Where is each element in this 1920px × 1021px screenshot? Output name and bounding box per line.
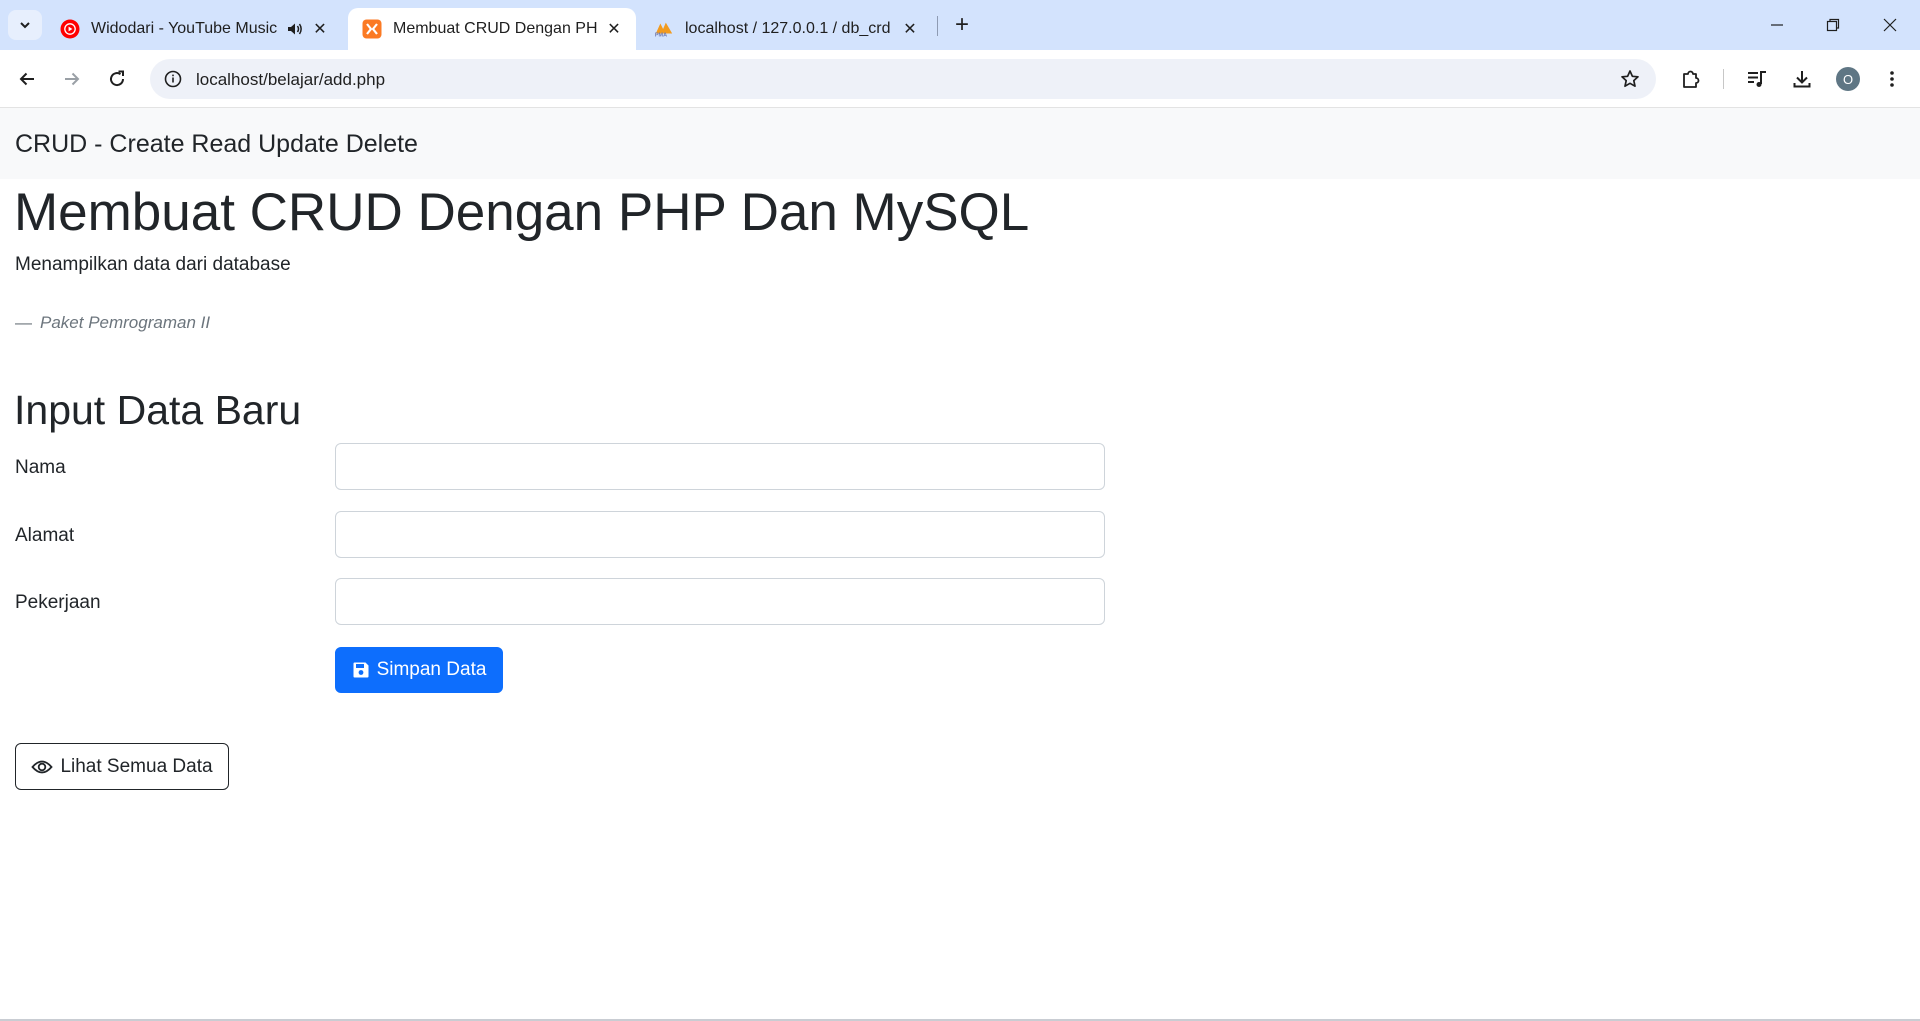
url-text[interactable]: localhost/belajar/add.php (196, 70, 385, 90)
download-icon (1793, 71, 1811, 88)
eye-icon (31, 759, 54, 775)
profile-button[interactable]: O (1832, 63, 1864, 95)
bookmark-star-icon[interactable] (1618, 67, 1642, 91)
xampp-icon (362, 19, 382, 39)
browser-menu-button[interactable] (1876, 63, 1908, 95)
youtube-music-icon (60, 19, 80, 39)
alamat-input[interactable] (335, 511, 1105, 558)
close-tab-icon[interactable]: ✕ (900, 19, 920, 39)
simpan-data-label: Simpan Data (376, 659, 487, 680)
media-control-button[interactable] (1741, 63, 1773, 95)
pekerjaan-label: Pekerjaan (15, 592, 101, 613)
reload-icon (110, 70, 125, 87)
arrow-right-icon (65, 72, 80, 86)
tab-search-button[interactable] (8, 10, 42, 40)
back-button[interactable] (10, 62, 44, 96)
minimize-button[interactable] (1749, 0, 1805, 50)
puzzle-icon (1683, 70, 1700, 88)
chevron-down-icon (20, 22, 30, 29)
page-title: Membuat CRUD Dengan PHP Dan MySQL (14, 183, 1030, 242)
blockquote-footer: — Paket Pemrograman II (15, 313, 210, 333)
lihat-semua-data-button[interactable]: Lihat Semua Data (15, 743, 229, 790)
lead-text: Menampilkan data dari database (15, 254, 291, 275)
tab-crud[interactable]: Membuat CRUD Dengan PHP D ✕ (348, 8, 636, 50)
close-tab-icon[interactable]: ✕ (310, 19, 330, 39)
nama-input[interactable] (335, 443, 1105, 490)
nama-label: Nama (15, 457, 66, 478)
form-title: Input Data Baru (14, 387, 302, 433)
svg-text:PMA: PMA (655, 33, 667, 38)
close-icon (1883, 18, 1897, 32)
downloads-button[interactable] (1786, 63, 1818, 95)
close-window-button[interactable] (1862, 0, 1918, 50)
quote-dash: — (15, 313, 32, 332)
reload-button[interactable] (100, 62, 134, 96)
alamat-label: Alamat (15, 525, 75, 546)
close-tab-icon[interactable]: ✕ (604, 19, 624, 39)
tab-title: Widodari - YouTube Music (91, 20, 278, 37)
audio-playing-icon[interactable] (286, 20, 304, 38)
browser-toolbar: localhost/belajar/add.php O (0, 50, 1920, 108)
restore-button[interactable] (1805, 0, 1861, 50)
playlist-music-icon (1748, 71, 1766, 87)
quote-source: Paket Pemrograman II (40, 313, 211, 332)
tab-phpmyadmin[interactable]: PMA localhost / 127.0.0.1 / db_crd | p ✕ (640, 8, 932, 50)
tab-title: localhost / 127.0.0.1 / db_crd | p (685, 20, 894, 37)
tab-title: Membuat CRUD Dengan PHP D (393, 20, 598, 37)
restore-icon (1826, 18, 1840, 32)
phpmyadmin-icon: PMA (654, 19, 674, 39)
floppy-disk-icon (352, 661, 370, 679)
tab-separator (937, 16, 938, 36)
site-info-icon[interactable] (162, 68, 184, 90)
navbar-brand[interactable]: CRUD - Create Read Update Delete (15, 130, 418, 159)
new-tab-button[interactable]: + (947, 10, 977, 40)
avatar: O (1836, 67, 1860, 91)
more-vertical-icon (1890, 71, 1894, 87)
site-navbar: CRUD - Create Read Update Delete (0, 108, 1920, 179)
tab-youtube-music[interactable]: Widodari - YouTube Music ✕ (46, 8, 342, 50)
address-bar[interactable]: localhost/belajar/add.php (150, 59, 1656, 99)
minimize-icon (1771, 24, 1783, 26)
forward-button[interactable] (55, 62, 89, 96)
toolbar-separator (1723, 69, 1724, 89)
lihat-semua-data-label: Lihat Semua Data (60, 755, 213, 777)
browser-tab-bar: Widodari - YouTube Music ✕ Membuat CRUD … (0, 0, 1920, 50)
pekerjaan-input[interactable] (335, 578, 1105, 625)
simpan-data-button[interactable]: Simpan Data (335, 647, 503, 693)
arrow-left-icon (19, 72, 34, 86)
extensions-button[interactable] (1675, 63, 1707, 95)
